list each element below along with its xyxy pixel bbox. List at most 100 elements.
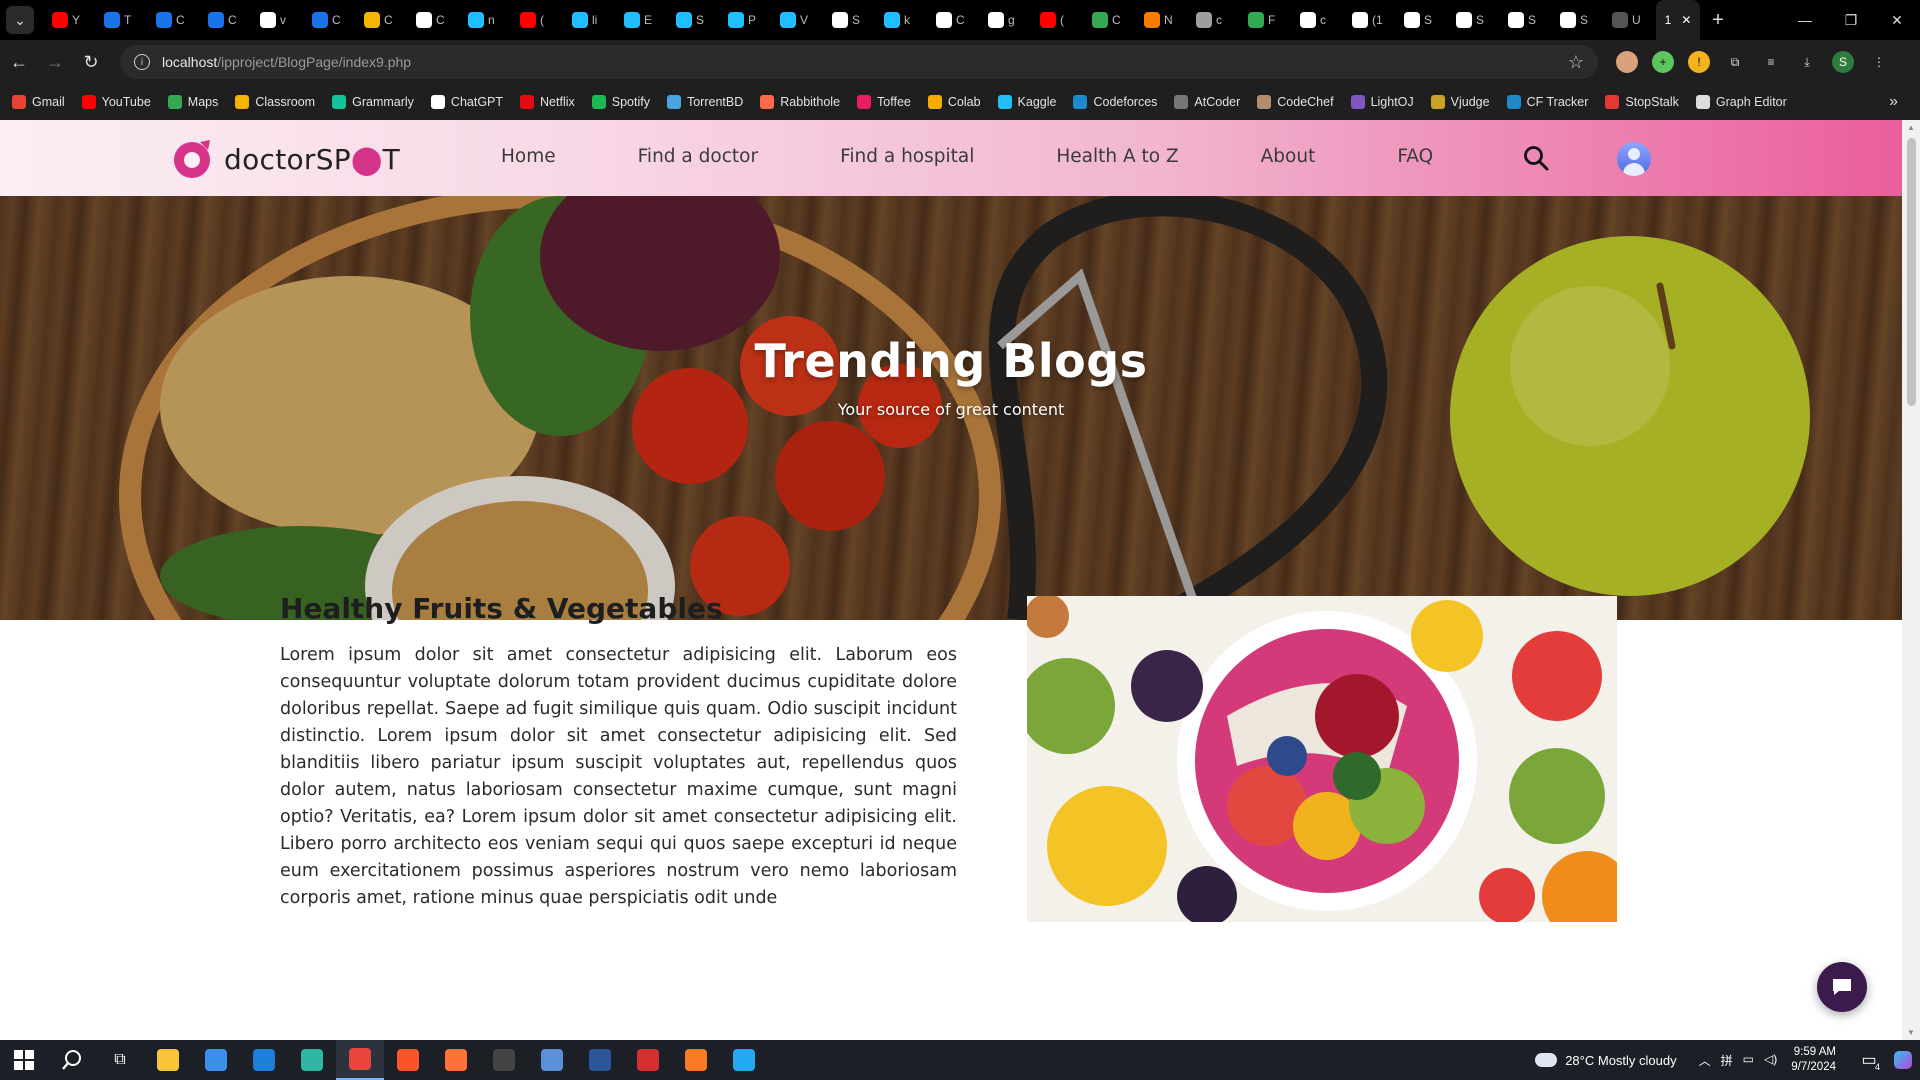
taskbar-app-app[interactable] (480, 1040, 528, 1080)
bookmark-toffee[interactable]: Toffee (857, 95, 911, 109)
browser-tab[interactable]: S (1448, 0, 1500, 40)
extension-icon[interactable]: + (1652, 51, 1674, 73)
bookmark-chatgpt[interactable]: ChatGPT (430, 95, 503, 109)
extensions-puzzle-icon[interactable]: ⧉ (1724, 51, 1746, 73)
browser-tab[interactable]: li (564, 0, 616, 40)
taskbar-app-store[interactable] (192, 1040, 240, 1080)
scroll-up-arrow[interactable]: ▲ (1906, 123, 1916, 132)
start-button[interactable] (0, 1040, 48, 1080)
nav-link-find-a-hospital[interactable]: Find a hospital (840, 146, 974, 167)
taskbar-search-button[interactable] (48, 1040, 96, 1080)
new-tab-button[interactable]: + (1700, 9, 1736, 32)
weather-widget[interactable]: 28°C Mostly cloudy (1535, 1053, 1677, 1068)
scroll-thumb[interactable] (1907, 138, 1916, 406)
browser-tab[interactable]: V (772, 0, 824, 40)
bookmark-stopstalk[interactable]: StopStalk (1605, 95, 1679, 109)
taskbar-app-firefox[interactable] (432, 1040, 480, 1080)
restore-button[interactable]: ❐ (1828, 0, 1874, 40)
chevron-up-icon[interactable]: ︿ (1699, 1052, 1711, 1069)
bookmark-grammarly[interactable]: Grammarly (332, 95, 414, 109)
bookmark-colab[interactable]: Colab (927, 95, 981, 109)
reload-button[interactable]: ↻ (74, 45, 108, 79)
site-info-icon[interactable]: i (134, 54, 150, 70)
bookmark-torrentbd[interactable]: TorrentBD (666, 95, 743, 109)
network-icon[interactable]: ▭ (1743, 1052, 1754, 1069)
browser-tab[interactable]: C (1084, 0, 1136, 40)
task-view-button[interactable]: ⧉ (96, 1040, 144, 1080)
menu-icon[interactable]: ⋮ (1868, 51, 1890, 73)
browser-tab[interactable]: E (616, 0, 668, 40)
bookmark-rabbithole[interactable]: Rabbithole (760, 95, 840, 109)
taskbar-app-app-t[interactable] (624, 1040, 672, 1080)
nav-link-about[interactable]: About (1261, 146, 1316, 167)
browser-tab[interactable]: c (1292, 0, 1344, 40)
chat-button[interactable] (1817, 962, 1867, 1012)
page-scrollbar[interactable]: ▲ ▼ (1902, 120, 1920, 1040)
bookmark-cf-tracker[interactable]: CF Tracker (1506, 95, 1588, 109)
browser-tab[interactable]: ( (1032, 0, 1084, 40)
browser-tab[interactable]: v (252, 0, 304, 40)
browser-tab[interactable]: S (1500, 0, 1552, 40)
profile-avatar[interactable]: S (1832, 51, 1854, 73)
bookmark-youtube[interactable]: YouTube (81, 95, 151, 109)
scroll-down-arrow[interactable]: ▼ (1906, 1028, 1916, 1037)
tab-active[interactable]: 1 ✕ (1656, 0, 1700, 40)
browser-tab[interactable]: C (408, 0, 460, 40)
browser-tab[interactable]: P (720, 0, 772, 40)
nav-link-health-a-to-z[interactable]: Health A to Z (1056, 146, 1178, 167)
tab-search-button[interactable]: ⌄ (6, 6, 34, 34)
site-logo[interactable]: doctorSP⬤T (170, 138, 400, 180)
nav-link-find-a-doctor[interactable]: Find a doctor (638, 146, 758, 167)
browser-tab[interactable]: N (1136, 0, 1188, 40)
taskbar-app-brave[interactable] (384, 1040, 432, 1080)
taskbar-app-xampp[interactable] (672, 1040, 720, 1080)
taskbar-app-file-explorer[interactable] (144, 1040, 192, 1080)
bookmark-spotify[interactable]: Spotify (591, 95, 650, 109)
taskbar-app-vscode[interactable] (720, 1040, 768, 1080)
browser-tab[interactable]: C (356, 0, 408, 40)
bookmark-netflix[interactable]: Netflix (520, 95, 575, 109)
bookmark-atcoder[interactable]: AtCoder (1174, 95, 1240, 109)
taskbar-app-edge[interactable] (288, 1040, 336, 1080)
ime-icon[interactable]: 拼 (1721, 1052, 1733, 1069)
clock[interactable]: 9:59 AM 9/7/2024 (1791, 1045, 1836, 1075)
address-bar[interactable]: i localhost/ipproject/BlogPage/index9.ph… (120, 45, 1598, 79)
browser-tab[interactable]: U (1604, 0, 1656, 40)
taskbar-app-mail[interactable] (240, 1040, 288, 1080)
forward-button[interactable]: → (38, 45, 72, 79)
bookmarks-overflow-icon[interactable]: » (1889, 93, 1898, 111)
browser-tab[interactable]: (1 (1344, 0, 1396, 40)
taskbar-app-word[interactable] (576, 1040, 624, 1080)
browser-tab[interactable]: S (1552, 0, 1604, 40)
extension-icon[interactable]: ! (1688, 51, 1710, 73)
search-icon[interactable] (1522, 144, 1550, 172)
close-icon[interactable]: ✕ (1681, 13, 1691, 27)
bookmark-lightoj[interactable]: LightOJ (1350, 95, 1414, 109)
close-window-button[interactable]: ✕ (1874, 0, 1920, 40)
browser-tab[interactable]: T (96, 0, 148, 40)
bookmark-gmail[interactable]: Gmail (12, 95, 65, 109)
download-icon[interactable]: ⤓ (1796, 51, 1818, 73)
browser-tab[interactable]: F (1240, 0, 1292, 40)
browser-tab[interactable]: C (928, 0, 980, 40)
taskbar-app-chrome[interactable] (336, 1040, 384, 1080)
browser-tab[interactable]: C (200, 0, 252, 40)
bookmark-graph-editor[interactable]: Graph Editor (1695, 95, 1787, 109)
back-button[interactable]: ← (2, 45, 36, 79)
bookmark-codechef[interactable]: CodeChef (1257, 95, 1334, 109)
bookmark-vjudge[interactable]: Vjudge (1430, 95, 1490, 109)
browser-tab[interactable]: S (824, 0, 876, 40)
volume-icon[interactable]: ◁) (1764, 1052, 1777, 1069)
browser-tab[interactable]: n (460, 0, 512, 40)
copilot-icon[interactable] (1886, 1040, 1920, 1080)
notification-center-button[interactable]: ▭ 4 (1852, 1050, 1886, 1072)
extension-icon[interactable] (1616, 51, 1638, 73)
browser-tab[interactable]: g (980, 0, 1032, 40)
nav-link-faq[interactable]: FAQ (1397, 146, 1433, 167)
bookmark-classroom[interactable]: Classroom (235, 95, 315, 109)
browser-tab[interactable]: c (1188, 0, 1240, 40)
browser-tab[interactable]: S (668, 0, 720, 40)
browser-tab[interactable]: C (148, 0, 200, 40)
minimize-button[interactable]: — (1782, 0, 1828, 40)
browser-tab[interactable]: ( (512, 0, 564, 40)
